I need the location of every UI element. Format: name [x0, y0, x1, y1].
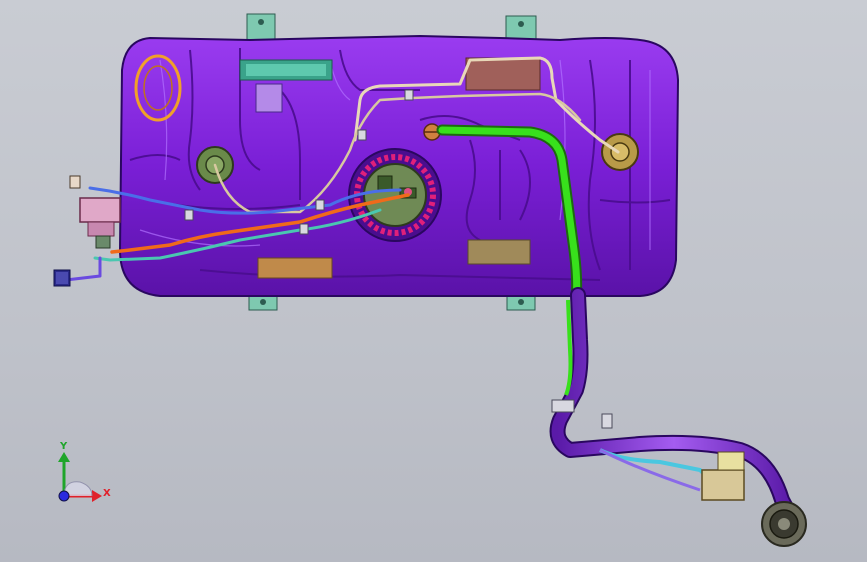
x-axis-arrowhead [92, 490, 102, 502]
sensor-lead-blue [64, 256, 102, 282]
heat-shield-bottom-right [467, 239, 531, 265]
strap-pad-top [239, 59, 333, 81]
cad-viewport[interactable]: X Y [0, 0, 867, 562]
x-axis-label: X [103, 488, 111, 499]
electrical-connector[interactable] [53, 269, 71, 287]
neck-bracket [701, 451, 745, 501]
axis-triad[interactable] [58, 452, 102, 502]
y-axis-arrowhead [58, 452, 70, 462]
y-axis-label: Y [60, 441, 68, 452]
fuel-tank-model[interactable] [0, 0, 867, 562]
strap-pad-bottom [257, 257, 333, 279]
z-axis-dot [58, 490, 70, 502]
line-connector-cluster[interactable] [69, 175, 121, 249]
rollover-valve-right [601, 133, 639, 171]
top-mount-bracket-left [246, 13, 276, 41]
fuel-filler-cap[interactable] [761, 501, 807, 547]
vent-pad-left [255, 83, 283, 113]
heat-shield-top-right [465, 57, 541, 91]
